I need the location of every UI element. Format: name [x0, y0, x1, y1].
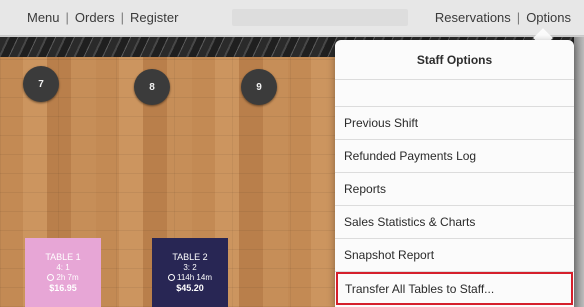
seat-7[interactable]: 7: [23, 66, 59, 102]
dropdown-title: Staff Options: [335, 40, 574, 80]
nav-menu[interactable]: Menu: [27, 10, 60, 25]
menu-item-snapshot-report[interactable]: Snapshot Report: [335, 239, 574, 272]
dropdown-spacer: [335, 80, 574, 107]
nav-register[interactable]: Register: [130, 10, 178, 25]
nav-options[interactable]: Options: [526, 10, 571, 25]
nav-separator: |: [65, 10, 69, 25]
clock-icon: [47, 274, 55, 281]
table-time-row: 2h 7m: [25, 273, 101, 283]
table-time: 114h 14m: [177, 273, 212, 282]
table-name: TABLE 2: [172, 252, 208, 262]
menu-item-sales-statistics[interactable]: Sales Statistics & Charts: [335, 206, 574, 239]
table-amount: $16.95: [49, 283, 77, 293]
seat-8[interactable]: 8: [134, 69, 170, 105]
table-time: 2h 7m: [56, 273, 79, 282]
table-time-row: 114h 14m: [152, 273, 228, 283]
nav-reservations[interactable]: Reservations: [435, 10, 511, 25]
right-edge-panel: [574, 37, 584, 307]
top-bar: Menu | Orders | Register Reservations | Option…: [0, 0, 584, 36]
table-covers: 4: 1: [56, 263, 70, 272]
table-covers: 3: 2: [183, 263, 197, 272]
nav-separator: |: [120, 10, 125, 25]
top-nav-right: Reservations | Options: [435, 10, 571, 25]
nav-separator: |: [516, 10, 521, 25]
nav-orders[interactable]: Orders: [75, 10, 115, 25]
table-card-2[interactable]: TABLE 2 3: 2 114h 14m $45.20: [152, 238, 228, 307]
table-card-1[interactable]: TABLE 1 4: 1 2h 7m $16.95: [25, 238, 101, 307]
topbar-placeholder: [232, 9, 408, 26]
top-nav-left: Menu | Orders | Register: [27, 10, 178, 25]
staff-options-dropdown: Staff Options Previous Shift Refunded Pa…: [335, 40, 574, 307]
menu-item-refunded-payments-log[interactable]: Refunded Payments Log: [335, 140, 574, 173]
menu-item-previous-shift[interactable]: Previous Shift: [335, 107, 574, 140]
clock-icon: [168, 274, 175, 281]
menu-item-reports[interactable]: Reports: [335, 173, 574, 206]
table-name: TABLE 1: [45, 252, 81, 262]
table-amount: $45.20: [176, 283, 204, 293]
seat-9[interactable]: 9: [241, 69, 277, 105]
menu-item-transfer-all-tables[interactable]: Transfer All Tables to Staff...: [336, 272, 573, 305]
